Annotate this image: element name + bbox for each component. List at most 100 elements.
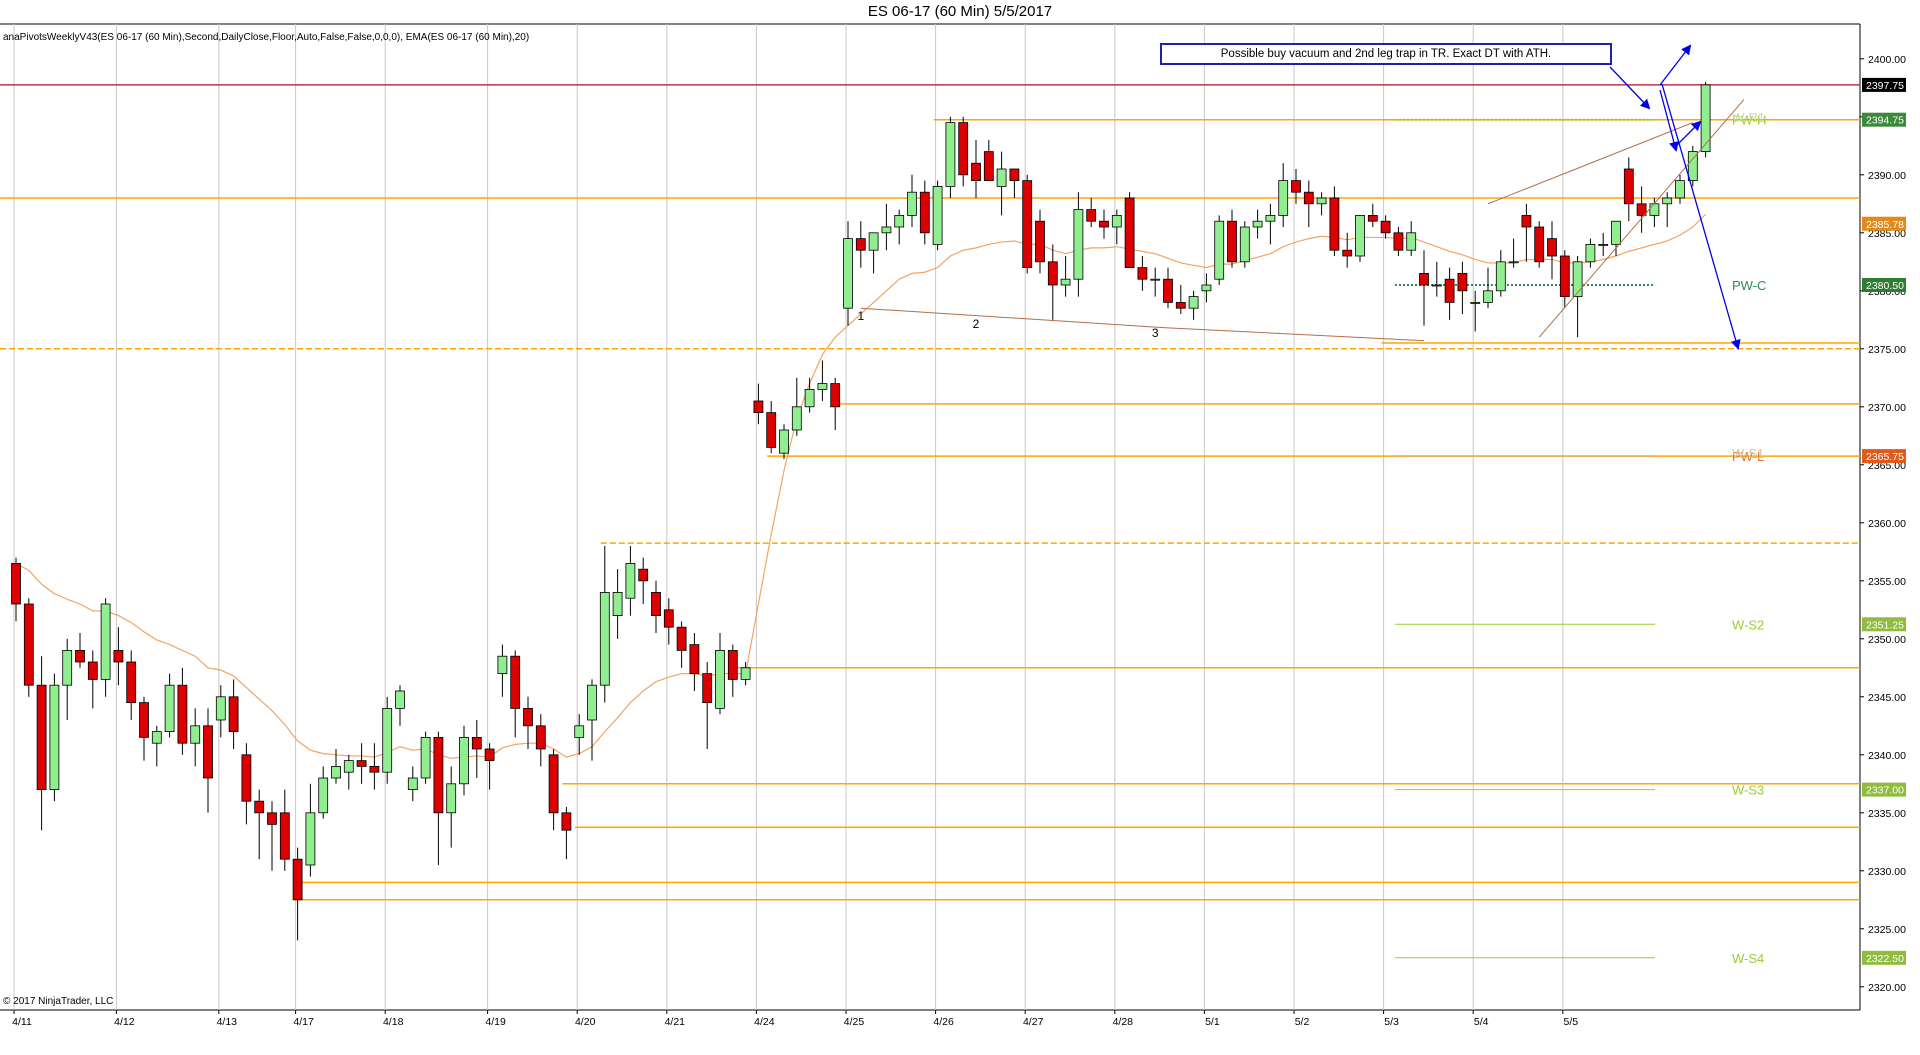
candle-down (1636, 203, 1647, 216)
candle-up (843, 238, 853, 309)
chart-title: ES 06-17 (60 Min) 5/5/2017 (867, 3, 1053, 20)
candle-down (113, 650, 124, 663)
candle-down (139, 702, 149, 738)
candle-up (1060, 278, 1071, 286)
candle-down (1086, 209, 1097, 222)
copyright-text: © 2017 NinjaTrader, LLC (3, 996, 114, 1007)
candle-up (1073, 209, 1084, 280)
candle-up (1508, 261, 1519, 264)
x-tick-label: 5/4 (1474, 1016, 1489, 1028)
candle-down (1534, 226, 1545, 263)
candle-up (945, 122, 956, 187)
y-tick-label: 2350.00 (1868, 634, 1906, 646)
annotation-arrow (1674, 120, 1702, 148)
pivot-level-label: W-R1 (1732, 110, 1765, 125)
candle-down (523, 708, 533, 727)
candle-up (881, 226, 892, 234)
candle-down (23, 603, 34, 686)
candle-down (510, 655, 521, 709)
candle-up (907, 191, 917, 216)
candle-down (1380, 220, 1391, 234)
x-tick-label: 4/21 (665, 1016, 686, 1028)
candle-up (779, 429, 789, 454)
price-badge-text: 2337.00 (1866, 785, 1904, 797)
candle-down (548, 754, 559, 814)
x-tick-label: 4/18 (383, 1016, 404, 1028)
candle-down (279, 812, 290, 860)
annotation-arrow (1661, 83, 1741, 350)
candle-up (804, 388, 815, 408)
y-tick-label: 2345.00 (1868, 692, 1906, 704)
candle-down (484, 748, 495, 762)
candle-down (1303, 191, 1314, 205)
candle-down (651, 592, 661, 617)
candle-up (497, 655, 508, 675)
candle-up (190, 725, 201, 744)
x-tick-label: 4/13 (217, 1016, 238, 1028)
candle-up (1188, 296, 1199, 309)
candle-down (561, 812, 572, 831)
pivot-level-label: W-S2 (1732, 617, 1764, 632)
y-tick-label: 2335.00 (1868, 808, 1906, 820)
swing-low-trendline (1167, 327, 1425, 342)
candle-up (599, 592, 610, 686)
candle-up (1316, 197, 1327, 205)
candle-down (87, 661, 98, 680)
candle-down (663, 609, 674, 628)
candle-down (535, 725, 546, 750)
candle-down (1137, 267, 1148, 280)
candle-down (1342, 249, 1353, 257)
price-axis: 2320.00 2325.00 2330.00 2335.00 2340.00 2345.… (1860, 54, 1906, 994)
candle-up (1611, 220, 1621, 245)
y-tick-label: 2340.00 (1868, 750, 1906, 762)
candle-down (1009, 168, 1020, 181)
candle-down (292, 858, 303, 901)
wedge-lower-line (1538, 99, 1745, 338)
candle-down (471, 737, 482, 750)
candle-down (638, 568, 649, 582)
candle-up (932, 185, 943, 245)
candle-down (727, 650, 738, 680)
y-tick-label: 2375.00 (1868, 344, 1906, 356)
candle-up (1662, 197, 1673, 205)
candle-up (1111, 214, 1122, 228)
trend-drawings: 1 2 3 (857, 44, 1745, 350)
wedge-upper-line (1487, 122, 1693, 205)
y-tick-label: 2325.00 (1868, 924, 1906, 936)
candle-up (1572, 261, 1583, 297)
candle-up (1649, 203, 1660, 216)
candle-up (868, 232, 879, 251)
price-badge-text: 2385.78 (1866, 219, 1904, 231)
x-tick-label: 5/1 (1205, 1016, 1220, 1028)
candle-up (740, 667, 751, 680)
candle-down (254, 800, 265, 814)
candle-down (1367, 214, 1378, 222)
candle-down (958, 122, 969, 176)
y-tick-label: 2360.00 (1868, 518, 1906, 530)
candle-down (1329, 197, 1340, 251)
candle-down (1035, 220, 1045, 263)
candle-down (1124, 197, 1135, 268)
swing-low-trendline (860, 307, 1169, 329)
annotation-note[interactable]: Possible buy vacuum and 2nd leg trap in … (1160, 43, 1612, 65)
y-tick-label: 2390.00 (1868, 170, 1906, 182)
candle-down (1022, 180, 1033, 269)
candle-up (420, 737, 431, 779)
candle-down (1521, 214, 1532, 228)
candle-up (331, 766, 341, 779)
x-tick-label: 4/19 (485, 1016, 506, 1028)
candle-up (996, 168, 1007, 187)
candle-down (702, 673, 713, 703)
candle-down (1444, 278, 1455, 303)
candle-down (1419, 272, 1429, 286)
candle-up (446, 783, 457, 814)
candle-down (766, 412, 777, 448)
candle-up (1431, 284, 1442, 287)
x-tick-label: 4/20 (575, 1016, 596, 1028)
candle-down (1623, 168, 1634, 205)
horizontal-levels (0, 84, 1860, 959)
candle-down (126, 661, 137, 703)
candle-down (228, 696, 239, 732)
indicator-label: anaPivotsWeeklyV43(ES 06-17 (60 Min),Sec… (3, 32, 530, 43)
pivot-level-label: W-S1 (1732, 446, 1764, 461)
